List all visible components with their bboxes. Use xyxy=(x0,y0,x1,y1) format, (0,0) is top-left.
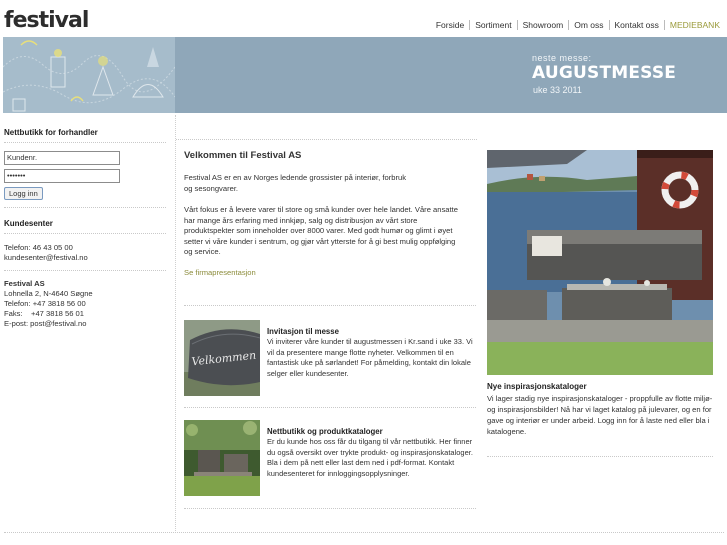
inspiration-photo[interactable] xyxy=(487,150,713,375)
login-button[interactable]: Logg inn xyxy=(4,187,43,200)
divider xyxy=(184,305,476,306)
article-messe-invitation: Velkommen Invitasjon til messe Vi invite… xyxy=(184,320,476,400)
article-body: Vi inviterer våre kunder til augustmesse… xyxy=(267,337,473,378)
divider xyxy=(184,508,476,509)
customer-center-heading: Kundesenter xyxy=(4,219,53,228)
article-title[interactable]: Nettbutikk og produktkataloger xyxy=(267,427,477,436)
inspiration-body: Vi lager stadig nye inspirasjonskataloge… xyxy=(487,394,713,436)
article-text: Nettbutikk og produktkataloger Er du kun… xyxy=(267,427,477,479)
article-title[interactable]: Invitasjon til messe xyxy=(267,327,477,336)
welcome-section: Velkommen til Festival AS Festival AS er… xyxy=(184,150,476,278)
article-text: Invitasjon til messe Vi inviterer våre k… xyxy=(267,327,477,379)
login-heading: Nettbutikk for forhandler xyxy=(4,128,98,137)
divider xyxy=(4,233,166,234)
inspiration-section: Nye inspirasjonskataloger Vi lager stadi… xyxy=(487,382,717,437)
company-phone: Telefon: +47 3818 56 00 xyxy=(4,299,86,308)
banner-next-label: neste messe: xyxy=(532,53,592,63)
inspiration-title[interactable]: Nye inspirasjonskataloger xyxy=(487,382,717,391)
velkommen-thumbnail[interactable]: Velkommen xyxy=(184,320,260,396)
divider xyxy=(4,270,166,271)
article-body: Er du kunde hos oss får du tilgang til v… xyxy=(267,437,473,478)
banner-week: uke 33 2011 xyxy=(533,85,582,95)
footer-divider xyxy=(4,532,724,533)
nav-mediebank[interactable]: MEDIEBANK xyxy=(663,20,725,30)
welcome-body: Vårt fokus er å levere varer til store o… xyxy=(184,205,458,256)
nav-om-oss[interactable]: Om oss xyxy=(568,20,608,30)
main-nav: Forside Sortiment Showroom Om oss Kontak… xyxy=(431,20,725,30)
divider xyxy=(184,407,476,408)
password-input[interactable]: ••••••• xyxy=(4,169,120,183)
nav-forside[interactable]: Forside xyxy=(431,20,469,30)
column-divider xyxy=(175,115,176,533)
divider xyxy=(176,139,477,140)
company-presentation-link[interactable]: Se firmapresentasjon xyxy=(184,268,476,279)
customer-center-email[interactable]: kundesenter@festival.no xyxy=(4,253,166,263)
company-email[interactable]: E-post: post@festival.no xyxy=(4,319,166,329)
nav-sortiment[interactable]: Sortiment xyxy=(469,20,516,30)
customer-number-input[interactable]: Kundenr. xyxy=(4,151,120,165)
welcome-title: Velkommen til Festival AS xyxy=(184,150,302,161)
nav-showroom[interactable]: Showroom xyxy=(516,20,569,30)
messe-banner[interactable]: neste messe: AUGUSTMESSE uke 33 2011 xyxy=(3,37,727,113)
banner-title: AUGUSTMESSE xyxy=(532,63,677,83)
banner-illustration xyxy=(3,37,175,113)
festival-logo[interactable]: festival xyxy=(4,8,89,33)
garden-furniture-thumbnail[interactable] xyxy=(184,420,260,496)
left-sidebar: Nettbutikk for forhandler Kundenr. •••••… xyxy=(4,128,166,329)
divider xyxy=(4,207,166,208)
nav-kontakt-oss[interactable]: Kontakt oss xyxy=(608,20,664,30)
divider xyxy=(487,456,713,457)
company-name: Festival AS xyxy=(4,279,45,288)
customer-center-phone: Telefon: 46 43 05 00 xyxy=(4,243,73,252)
company-address: Lohnella 2, N-4640 Søgne xyxy=(4,289,93,298)
divider xyxy=(4,142,166,143)
welcome-intro: Festival AS er en av Norges ledende gros… xyxy=(184,173,407,193)
article-nettbutikk: Nettbutikk og produktkataloger Er du kun… xyxy=(184,420,476,500)
company-fax: Faks: +47 3818 56 01 xyxy=(4,309,85,318)
